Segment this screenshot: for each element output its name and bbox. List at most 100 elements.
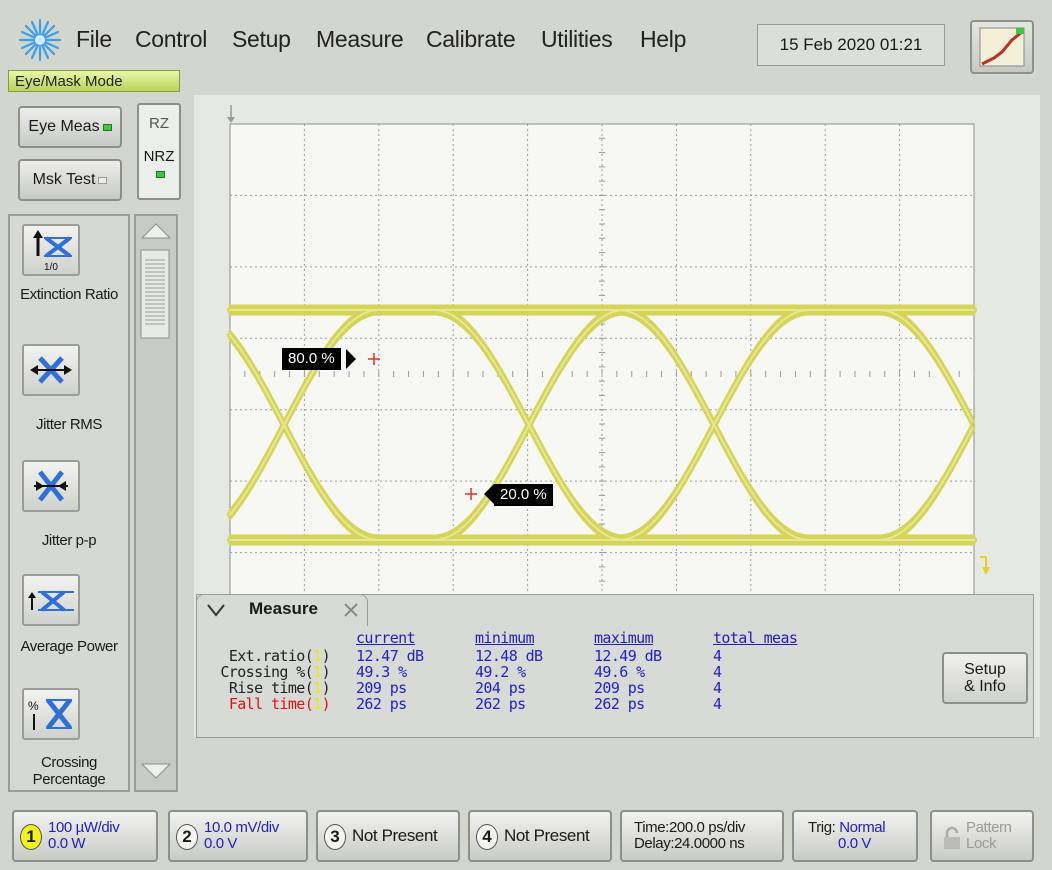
timebase-scale: Time:200.0 ps/div [634,819,746,836]
table-cell: 49.2 % [475,663,526,681]
channel-1-offset: 0.0 W [48,835,86,852]
eye-meas-led [102,123,112,131]
setup-info-line1: Setup [964,661,1006,678]
jitter-rms-icon [30,356,72,384]
jitter-pp-icon [34,470,68,502]
pattern-lock-button[interactable]: Pattern Lock [930,810,1034,862]
trigger-level: 0.0 V [838,835,872,852]
jitter-pp-button[interactable] [22,460,80,512]
measurement-palette: 1/0 Extinction Ratio Jitter RMS Jitter p… [8,214,130,792]
crossing-percentage-label: Crossing Percentage [32,754,106,788]
table-cell: 12.48 dB [475,647,543,665]
table-cell: 4 [713,679,722,697]
pattern-lock-line1: Pattern [966,819,1012,836]
table-cell: 262 ps [475,695,526,713]
trigger-mode: Trig: Normal [808,819,886,836]
channel-4-button[interactable]: 4 Not Present [468,810,612,862]
row-label: Ext.ratio(1) [228,647,331,665]
menu-file[interactable]: File [76,26,112,53]
rz-nrz-toggle[interactable]: RZ NRZ [137,103,181,200]
header-minimum: minimum [475,629,535,647]
date-time-display: 15 Feb 2020 01:21 [757,24,945,66]
extinction-ratio-button[interactable]: 1/0 [22,224,80,276]
jitter-rms-button[interactable] [22,344,80,396]
measure-tab[interactable]: Measure [196,594,368,626]
channel-2-button[interactable]: 2 10.0 mV/div 0.0 V [168,810,308,862]
channel-3-status: Not Present [352,826,438,845]
header-current: current [356,629,416,647]
table-cell: 49.6 % [594,663,645,681]
menu-setup[interactable]: Setup [232,26,291,53]
timebase-button[interactable]: Time:200.0 ps/div Delay:24.0000 ns [620,810,784,862]
table-cell: 4 [713,695,722,713]
extinction-ratio-icon-text: 1/0 [44,262,58,273]
crossing-percentage-button[interactable]: % [22,688,80,740]
extinction-ratio-icon: 1/0 [33,230,72,273]
pattern-lock-line2: Lock [966,835,997,852]
row-label: Crossing %(1) [220,663,330,681]
scroll-thumb [140,249,170,339]
eye-meas-label: Eye Meas [28,118,100,135]
channel-4-status: Not Present [504,826,590,845]
setup-info-button[interactable]: Setup & Info [942,652,1028,704]
mask-test-label: Msk Test [32,171,96,188]
menu-utilities[interactable]: Utilities [541,26,613,53]
toolbar-toggle-button[interactable] [970,20,1034,74]
collapse-chevron-icon[interactable] [207,603,225,617]
average-power-label: Average Power [20,638,118,655]
palette-scrollbar[interactable] [134,214,178,792]
mask-test-button[interactable]: Msk Test [18,159,122,201]
waveform-graph-icon [979,27,1025,67]
table-cell: 204 ps [475,679,526,697]
crossing-percentage-icon: % [28,698,72,730]
channel-3-button[interactable]: 3 Not Present [316,810,460,862]
channel-1-ground-marker-icon [980,556,990,575]
trigger-button[interactable]: Trig: Normal 0.0 V [792,810,918,862]
measure-tab-label: Measure [249,599,318,618]
trigger-prefix: Trig: [808,819,836,836]
jitter-rms-label: Jitter RMS [35,416,102,433]
scroll-down-icon [140,763,172,779]
marker-80-label: 80.0 % [282,348,341,370]
eye-meas-button[interactable]: Eye Meas [18,106,122,148]
table-cell: 262 ps [356,695,407,713]
trigger-marker-icon [227,117,235,123]
rz-label: RZ [149,115,169,132]
channel-2-badge: 2 [176,824,198,850]
channel-1-badge: 1 [20,824,42,850]
row-label: Fall time(1) [228,695,331,713]
row-label: Rise time(1) [228,679,331,697]
table-cell: 49.3 % [356,663,407,681]
menu-control[interactable]: Control [135,26,207,53]
lock-icon [944,826,960,849]
jitter-pp-label: Jitter p-p [41,532,97,549]
channel-4-badge: 4 [476,824,498,850]
menu-measure[interactable]: Measure [316,26,404,53]
marker-20-label: 20.0 % [494,484,553,506]
close-icon[interactable] [343,602,359,618]
channel-1-scale: 100 µW/div [48,819,120,836]
row-channel: 1 [313,695,322,713]
header-total-meas: total meas [713,629,798,647]
channel-3-badge: 3 [324,824,346,850]
channel-1-button[interactable]: 1 100 µW/div 0.0 W [12,810,158,862]
table-cell: 12.49 dB [594,647,662,665]
header-maximum: maximum [594,629,654,647]
setup-info-line2: & Info [964,678,1006,695]
timebase-delay: Delay:24.0000 ns [634,835,745,852]
channel-2-offset: 0.0 V [204,835,238,852]
menu-help[interactable]: Help [640,26,686,53]
agilent-logo-icon [18,18,62,62]
average-power-button[interactable] [22,574,80,626]
row-name: Fall time( [228,695,314,713]
trigger-mode-value: Normal [839,819,886,836]
menu-calibrate[interactable]: Calibrate [426,26,516,53]
table-cell: 12.47 dB [356,647,424,665]
nrz-led [156,171,165,178]
mask-test-led [98,176,108,184]
nrz-label: NRZ [143,148,175,165]
average-power-icon [28,590,74,612]
crossing-percentage-icon-text: % [28,699,39,713]
scrollbar-graphic [140,223,172,779]
scroll-up-icon [140,223,172,239]
